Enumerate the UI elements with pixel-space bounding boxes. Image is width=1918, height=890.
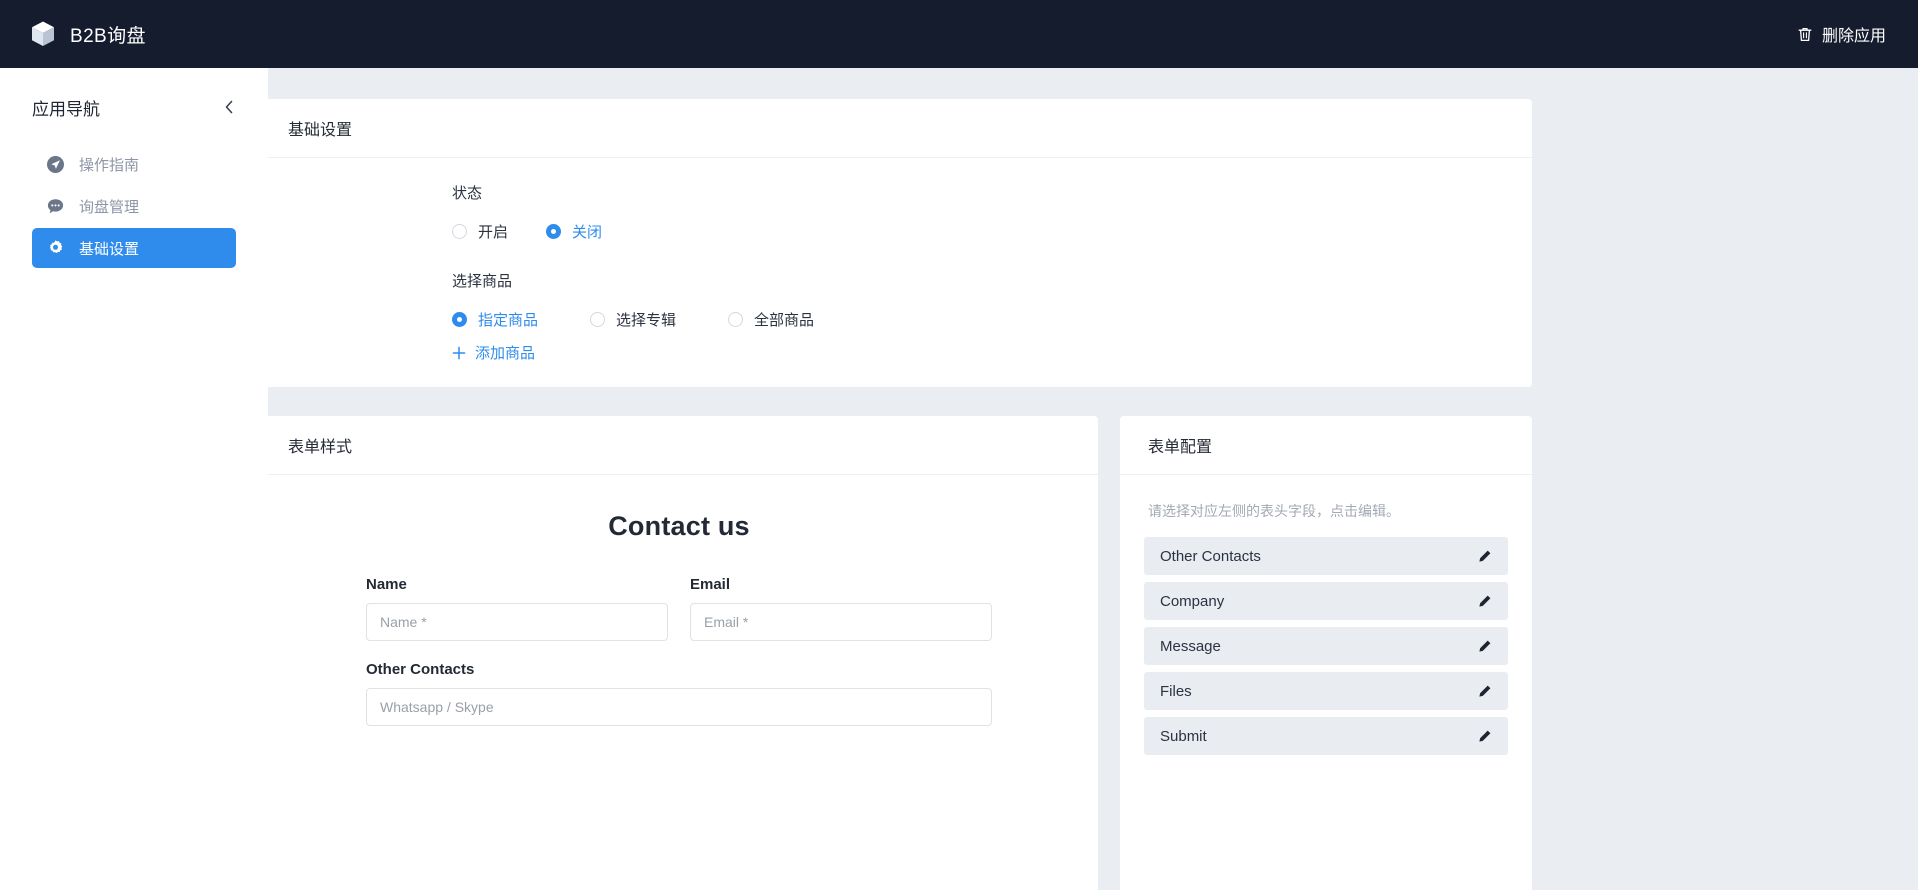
- pencil-icon[interactable]: [1477, 549, 1492, 564]
- field-label-email: Email: [690, 576, 731, 593]
- config-row-label: Submit: [1160, 727, 1207, 745]
- cube-icon: [30, 20, 56, 48]
- sidebar-item-label: 操作指南: [79, 156, 140, 174]
- card-title: 表单配置: [1148, 439, 1213, 456]
- radio-product-specified[interactable]: 指定商品: [452, 309, 538, 330]
- form-config-list: Other Contacts Company Message Files Sub…: [1120, 537, 1532, 772]
- radio-dot-icon: [590, 312, 606, 327]
- card-title: 表单样式: [288, 439, 353, 456]
- form-style-card: 表单样式 Contact us Name Email Other Contact…: [260, 416, 1098, 890]
- gear-icon: [46, 239, 65, 258]
- chevron-left-icon[interactable]: [222, 99, 236, 115]
- radio-dot-icon: [452, 312, 467, 327]
- pencil-icon[interactable]: [1477, 684, 1492, 699]
- name-input[interactable]: [366, 603, 668, 641]
- sidebar-nav: 操作指南 询盘管理 基础设置: [32, 144, 236, 268]
- sidebar-title: 应用导航: [32, 99, 100, 119]
- app-title: B2B询盘: [70, 25, 146, 47]
- preview-row-name-email: Name Email: [366, 576, 992, 661]
- radio-label: 选择专辑: [616, 312, 677, 329]
- trash-icon: [1797, 26, 1813, 43]
- status-label: 状态: [452, 185, 483, 202]
- config-row-label: Other Contacts: [1160, 547, 1261, 565]
- config-row-company[interactable]: Company: [1144, 582, 1508, 620]
- pencil-icon[interactable]: [1477, 639, 1492, 654]
- preview-title: Contact us: [608, 511, 750, 541]
- radio-label: 开启: [478, 224, 509, 241]
- radio-label: 全部商品: [754, 312, 815, 329]
- field-group-email: Email: [690, 576, 992, 641]
- basic-settings-card: 基础设置 状态 开启 关闭 选择商品 指定商品 选择专辑 全部商品 添加商品: [260, 99, 1532, 387]
- pencil-icon[interactable]: [1477, 729, 1492, 744]
- card-title: 基础设置: [288, 122, 353, 139]
- add-product-button[interactable]: 添加商品: [452, 342, 535, 363]
- radio-product-album[interactable]: 选择专辑: [590, 309, 676, 330]
- radio-dot-icon: [728, 312, 744, 327]
- status-radio-group: 开启 关闭: [452, 221, 1532, 242]
- brand: B2B询盘: [30, 20, 146, 48]
- field-group-name: Name: [366, 576, 668, 641]
- radio-dot-icon: [452, 224, 467, 239]
- chat-bubble-icon: [46, 197, 65, 216]
- add-product-label: 添加商品: [475, 345, 536, 362]
- product-label: 选择商品: [452, 273, 513, 290]
- pencil-icon[interactable]: [1477, 594, 1492, 609]
- radio-product-all[interactable]: 全部商品: [728, 309, 814, 330]
- sidebar-item-label: 基础设置: [79, 240, 140, 258]
- config-row-other-contacts[interactable]: Other Contacts: [1144, 537, 1508, 575]
- sidebar-item-basic-settings[interactable]: 基础设置: [32, 228, 236, 268]
- form-preview: Contact us Name Email Other Contacts: [260, 475, 1098, 726]
- field-label-other-contacts: Other Contacts: [366, 661, 475, 678]
- other-contacts-input[interactable]: [366, 688, 992, 726]
- radio-status-on[interactable]: 开启: [452, 221, 508, 242]
- card-header: 表单配置: [1120, 416, 1532, 475]
- form-config-card: 表单配置 请选择对应左侧的表头字段，点击编辑。 Other Contacts C…: [1120, 416, 1532, 890]
- sidebar-item-inquiry[interactable]: 询盘管理: [32, 186, 236, 226]
- radio-status-off[interactable]: 关闭: [546, 221, 602, 242]
- main-content: 基础设置 状态 开启 关闭 选择商品 指定商品 选择专辑 全部商品 添加商品 表…: [220, 68, 1918, 890]
- form-config-hint: 请选择对应左侧的表头字段，点击编辑。: [1148, 503, 1400, 519]
- field-label-name: Name: [366, 576, 407, 593]
- config-row-label: Files: [1160, 682, 1192, 700]
- delete-app-button[interactable]: 删除应用: [1789, 16, 1894, 52]
- config-row-message[interactable]: Message: [1144, 627, 1508, 665]
- config-row-files[interactable]: Files: [1144, 672, 1508, 710]
- sidebar: 应用导航 操作指南 询盘管理 基础设置: [0, 68, 268, 890]
- radio-label: 指定商品: [478, 312, 539, 329]
- field-group-other-contacts: Other Contacts: [366, 661, 992, 726]
- product-radio-group: 指定商品 选择专辑 全部商品: [452, 309, 1532, 330]
- email-input[interactable]: [690, 603, 992, 641]
- sidebar-item-label: 询盘管理: [79, 198, 140, 216]
- basic-settings-body: 状态 开启 关闭 选择商品 指定商品 选择专辑 全部商品 添加商品: [260, 158, 1532, 365]
- paper-plane-icon: [46, 155, 65, 174]
- config-row-label: Company: [1160, 592, 1225, 610]
- plus-icon: [452, 346, 466, 360]
- config-row-label: Message: [1160, 637, 1221, 655]
- radio-dot-icon: [546, 224, 562, 239]
- delete-app-label: 删除应用: [1821, 28, 1886, 45]
- radio-label: 关闭: [572, 224, 603, 241]
- config-row-submit[interactable]: Submit: [1144, 717, 1508, 755]
- sidebar-header: 应用导航: [32, 68, 236, 128]
- card-header: 基础设置: [260, 99, 1532, 158]
- top-bar: B2B询盘 删除应用: [0, 0, 1918, 68]
- sidebar-item-guide[interactable]: 操作指南: [32, 144, 236, 184]
- card-header: 表单样式: [260, 416, 1098, 475]
